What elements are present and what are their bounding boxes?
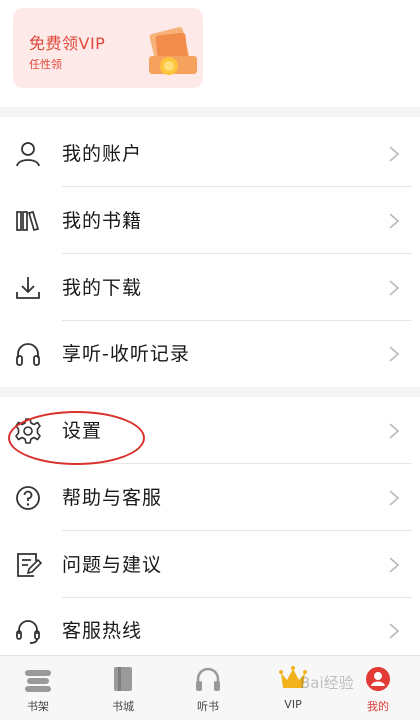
tab-label: VIP	[284, 698, 302, 711]
watermark: Bai经验	[300, 674, 354, 692]
menu-item-help[interactable]: 帮助与客服	[0, 464, 420, 531]
book-icon	[114, 667, 132, 691]
chevron-right-icon	[389, 280, 400, 296]
bottom-tab-bar: 书架 书城 听书 VIP 我的	[0, 655, 420, 720]
tab-bookshelf[interactable]: 书架	[8, 656, 68, 720]
headphones-icon	[196, 667, 220, 691]
books-icon	[16, 210, 40, 232]
vip-card-title: 免费领VIP	[29, 34, 106, 53]
chevron-right-icon	[389, 490, 400, 506]
vip-promo-card[interactable]: 免费领VIP 任性领	[13, 8, 203, 88]
chevron-right-icon	[389, 423, 400, 439]
question-icon	[16, 486, 40, 510]
chevron-right-icon	[389, 146, 400, 162]
tab-label: 书架	[27, 700, 49, 713]
menu-item-label: 我的账户	[62, 143, 143, 165]
chevron-right-icon	[389, 623, 400, 639]
tab-label: 我的	[367, 700, 389, 713]
bookshelf-icon	[25, 670, 51, 692]
chevron-right-icon	[389, 346, 400, 362]
headphones-icon	[16, 343, 40, 366]
tab-bookstore[interactable]: 书城	[93, 656, 153, 720]
vip-gift-icon	[149, 27, 197, 75]
menu-item-label: 享听-收听记录	[62, 343, 190, 365]
chevron-right-icon	[389, 213, 400, 229]
menu-item-books[interactable]: 我的书籍	[0, 187, 420, 254]
tab-label: 听书	[197, 700, 219, 713]
menu-item-label: 帮助与客服	[62, 487, 163, 509]
menu-item-label: 我的书籍	[62, 210, 143, 232]
download-icon	[16, 277, 40, 299]
annotation-ellipse	[8, 411, 145, 465]
menu-section-account: 我的账户 我的书籍 我的下载 享听-收听记录	[0, 117, 420, 387]
tab-mine[interactable]: 我的	[348, 656, 408, 720]
vip-card-subtitle: 任性领	[29, 58, 62, 71]
menu-item-listen-history[interactable]: 享听-收听记录	[0, 320, 420, 387]
menu-item-downloads[interactable]: 我的下载	[0, 254, 420, 321]
menu-item-feedback[interactable]: 问题与建议	[0, 531, 420, 598]
chevron-right-icon	[389, 557, 400, 573]
menu-item-hotline[interactable]: 客服热线	[0, 597, 420, 664]
profile-icon	[366, 667, 390, 691]
header-area: 免费领VIP 任性领	[0, 0, 420, 107]
edit-note-icon	[17, 553, 42, 577]
person-icon	[16, 142, 40, 167]
menu-item-account[interactable]: 我的账户	[0, 120, 420, 187]
menu-item-label: 问题与建议	[62, 554, 163, 576]
headset-icon	[16, 620, 40, 644]
menu-item-label: 我的下载	[62, 277, 143, 299]
tab-label: 书城	[112, 700, 134, 713]
menu-item-label: 客服热线	[62, 620, 143, 642]
tab-audiobook[interactable]: 听书	[178, 656, 238, 720]
